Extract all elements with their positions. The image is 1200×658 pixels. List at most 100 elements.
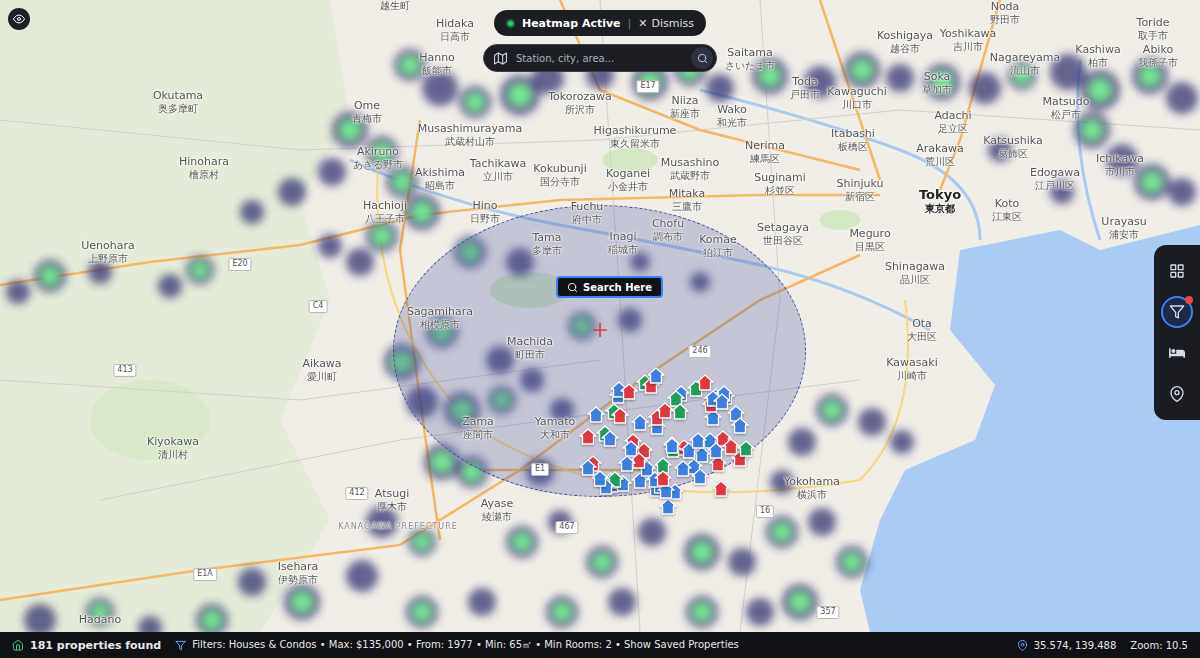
property-pin[interactable]: [656, 402, 674, 419]
map-toolbar: [1154, 245, 1200, 420]
property-pin[interactable]: [707, 442, 725, 459]
property-pin[interactable]: [587, 406, 605, 423]
map-page: 越生町Hidaka日高市Hanno飯能市Saitamaさいたま市Koshigay…: [0, 0, 1200, 658]
road-shield: 357: [816, 606, 839, 619]
search-here-button[interactable]: Search Here: [556, 276, 663, 298]
search-icon: [697, 53, 708, 64]
place-label: Higashikurume東久留米市: [594, 125, 677, 149]
property-pin[interactable]: [712, 480, 730, 497]
place-label: Itabashi板橋区: [831, 128, 875, 152]
place-label: Chofu調布市: [652, 218, 684, 242]
property-pin[interactable]: [737, 440, 755, 457]
road-shield: 412: [345, 487, 368, 500]
filter-icon: [1169, 304, 1185, 320]
status-bar: 181 properties foundFilters: Houses & Co…: [0, 632, 1200, 658]
place-label: Noda野田市: [990, 1, 1020, 25]
map-labels: 越生町Hidaka日高市Hanno飯能市Saitamaさいたま市Koshigay…: [0, 0, 1200, 632]
filter-summary[interactable]: Filters: Houses & Condos • Max: $135,000…: [175, 638, 739, 652]
search-bar: [483, 44, 717, 72]
place-label: Nagareyama流山市: [990, 52, 1060, 76]
property-pin[interactable]: [713, 393, 731, 410]
place-label: KANAGAWA PREFECTURE: [338, 522, 458, 531]
property-pin[interactable]: [579, 459, 597, 476]
place-label: Tokyo東京都: [919, 188, 961, 214]
place-label: Yamato大和市: [535, 416, 575, 440]
place-label: Koganei小金井市: [606, 168, 650, 192]
place-label: Zama座間市: [462, 416, 494, 440]
map[interactable]: 越生町Hidaka日高市Hanno飯能市Saitamaさいたま市Koshigay…: [0, 0, 1200, 632]
place-label: Uenohara上野原市: [81, 240, 135, 264]
place-label: Toda戸田市: [790, 76, 820, 100]
property-pin[interactable]: [696, 374, 714, 391]
place-label: Akirunoあきる野市: [353, 146, 403, 170]
property-pin[interactable]: [579, 428, 597, 445]
search-input[interactable]: [514, 52, 684, 65]
place-label: Kawasaki川崎市: [886, 357, 937, 381]
place-label: Urayasu浦安市: [1101, 216, 1146, 240]
place-label: Hachioji八王子市: [363, 200, 407, 224]
place-label: Sagamihara相模原市: [407, 306, 473, 330]
eye-icon: [13, 13, 25, 25]
place-label: Shinjuku新宿区: [836, 178, 883, 202]
place-label: Tachikawa立川市: [470, 158, 526, 182]
place-label: Kokubunji国分寺市: [533, 163, 586, 187]
property-pin[interactable]: [691, 468, 709, 485]
grid-icon: [1169, 263, 1185, 279]
place-label: Arakawa荒川区: [916, 143, 963, 167]
property-pin[interactable]: [647, 367, 665, 384]
place-label: Ayase綾瀬市: [481, 498, 514, 522]
place-label: Matsudo松戸市: [1043, 96, 1090, 120]
visibility-button[interactable]: [8, 8, 30, 30]
road-shield: E1A: [193, 568, 217, 581]
property-pin[interactable]: [667, 390, 685, 407]
place-label: Inagi稲城市: [608, 231, 638, 255]
heatmap-status: Heatmap Active|✕Dismiss: [494, 10, 706, 36]
grid-button[interactable]: [1161, 255, 1193, 287]
property-pin[interactable]: [671, 403, 689, 420]
road-shield: C4: [309, 300, 328, 313]
place-label: Machida町田市: [507, 336, 553, 360]
beds-button[interactable]: [1161, 337, 1193, 369]
place-label: Koshigaya越谷市: [877, 30, 933, 54]
property-pin[interactable]: [659, 498, 677, 515]
place-label: Hadano: [79, 614, 121, 627]
place-label: Ichikawa市川市: [1096, 153, 1144, 177]
road-shield: 467: [555, 521, 578, 534]
property-pin[interactable]: [631, 414, 649, 431]
search-button[interactable]: [691, 47, 713, 69]
place-label: Hinohara檜原村: [179, 156, 229, 180]
place-label: Tokorozawa所沢市: [548, 91, 612, 115]
home-icon: [12, 639, 24, 651]
place-label: Abiko我孫子市: [1138, 44, 1178, 68]
place-label: Meguro目黒区: [849, 228, 890, 252]
property-pin[interactable]: [620, 383, 638, 400]
property-pin[interactable]: [663, 437, 681, 454]
map-icon: [494, 52, 507, 65]
property-pin[interactable]: [722, 438, 740, 455]
property-pin[interactable]: [611, 407, 629, 424]
heatmap-dot: [506, 19, 515, 28]
location-button[interactable]: [1161, 378, 1193, 410]
filter-icon: [175, 640, 186, 651]
property-pin[interactable]: [618, 455, 636, 472]
top-controls: Heatmap Active|✕Dismiss: [483, 10, 717, 72]
place-label: Kiyokawa清川村: [147, 436, 199, 460]
filter-button[interactable]: [1161, 296, 1193, 328]
place-label: Hino日野市: [470, 200, 500, 224]
place-label: Nerima練馬区: [745, 140, 785, 164]
road-shield: 246: [688, 345, 711, 358]
property-pin[interactable]: [674, 460, 692, 477]
property-pin[interactable]: [601, 430, 619, 447]
property-pin[interactable]: [731, 417, 749, 434]
place-label: Edogawa江戸川区: [1030, 167, 1080, 191]
property-pin[interactable]: [654, 470, 672, 487]
place-label: Yoshikawa吉川市: [940, 28, 996, 52]
place-label: Shinagawa品川区: [885, 261, 945, 285]
property-pin[interactable]: [689, 432, 707, 449]
place-label: Akishima昭島市: [415, 167, 465, 191]
dismiss-button[interactable]: ✕Dismiss: [638, 17, 694, 30]
place-label: Ota大田区: [907, 318, 937, 342]
place-label: Tama多摩市: [532, 232, 562, 256]
road-shield: 16: [756, 505, 774, 518]
place-label: Hanno飯能市: [419, 52, 455, 76]
